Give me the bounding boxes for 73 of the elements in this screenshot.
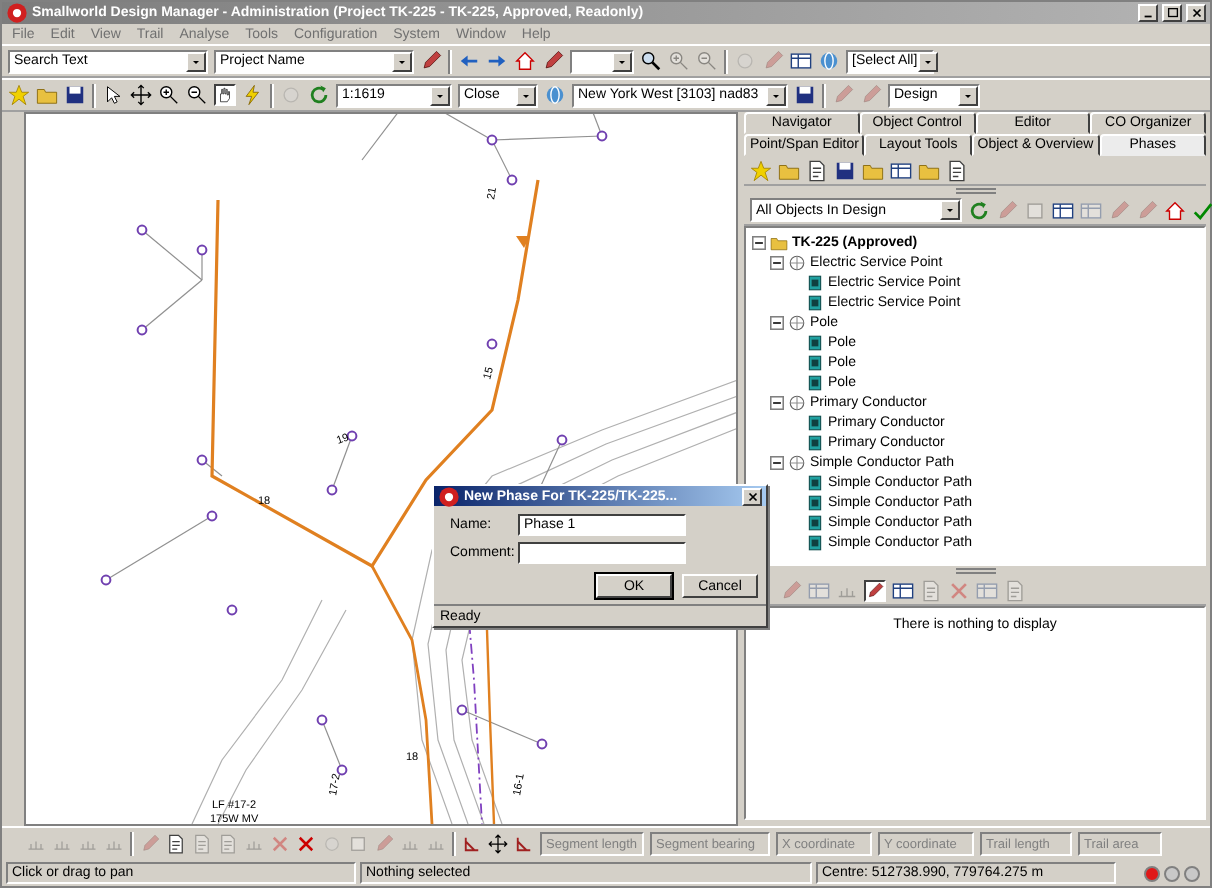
move-icon[interactable]	[130, 84, 152, 106]
angle-icon[interactable]	[462, 834, 482, 854]
app-icon	[6, 2, 28, 24]
pointer-icon[interactable]	[102, 84, 124, 106]
table-icon[interactable]	[790, 50, 812, 72]
circle-icon	[788, 453, 806, 471]
folder-icon	[770, 233, 788, 251]
box-icon	[806, 473, 824, 491]
arrow-right-icon[interactable]	[486, 50, 508, 72]
collapse-icon[interactable]	[770, 255, 784, 269]
input-field[interactable]	[518, 542, 686, 564]
globe-icon[interactable]	[544, 84, 566, 106]
cross-icon[interactable]	[296, 834, 316, 854]
collapse-icon[interactable]	[770, 395, 784, 409]
table-icon[interactable]	[892, 579, 914, 601]
caret-icon	[766, 85, 786, 105]
pencil-icon[interactable]	[864, 579, 886, 601]
house-icon[interactable]	[514, 50, 536, 72]
document-icon[interactable]	[946, 159, 968, 181]
box-icon	[806, 513, 824, 531]
collapse-icon[interactable]	[770, 315, 784, 329]
caret-icon	[430, 85, 450, 105]
circle-icon	[788, 313, 806, 331]
square-icon[interactable]	[348, 834, 368, 854]
caret-icon	[516, 85, 536, 105]
close-icon	[745, 489, 759, 503]
caret-icon	[186, 51, 206, 71]
document-icon[interactable]	[166, 834, 186, 854]
box-icon	[806, 493, 824, 511]
star-icon[interactable]	[8, 84, 30, 106]
document-icon[interactable]	[806, 159, 828, 181]
circle-icon	[788, 393, 806, 411]
maximize-icon	[1165, 6, 1179, 20]
zoom-in-icon[interactable]	[158, 84, 180, 106]
hand-icon[interactable]	[214, 84, 236, 106]
caret-icon	[940, 200, 960, 220]
check-icon[interactable]	[1192, 199, 1212, 221]
zoom-out-icon[interactable]	[186, 84, 208, 106]
minimize-button[interactable]	[1138, 4, 1158, 22]
box-icon	[806, 353, 824, 371]
box-icon	[806, 413, 824, 431]
box-icon	[806, 533, 824, 551]
close-icon	[1189, 6, 1203, 20]
splitter-handle[interactable]	[955, 188, 995, 194]
refresh-icon[interactable]	[308, 84, 330, 106]
refresh-icon[interactable]	[968, 199, 990, 221]
splitter-handle[interactable]	[955, 568, 995, 574]
house-icon[interactable]	[1164, 199, 1186, 221]
star-icon[interactable]	[750, 159, 772, 181]
zoom-dropdown[interactable]	[570, 49, 634, 73]
move-icon[interactable]	[488, 834, 508, 854]
table-icon[interactable]	[890, 159, 912, 181]
search-icon[interactable]	[640, 50, 662, 72]
caret-icon	[392, 51, 412, 71]
maximize-button[interactable]	[1162, 4, 1182, 22]
arrow-left-icon[interactable]	[458, 50, 480, 72]
close-button[interactable]	[742, 487, 762, 505]
box-icon	[806, 373, 824, 391]
close-button[interactable]	[1186, 4, 1206, 22]
collapse-icon[interactable]	[752, 235, 766, 249]
box-icon	[806, 293, 824, 311]
caret-icon	[612, 51, 632, 71]
collapse-icon[interactable]	[770, 455, 784, 469]
pencil-icon[interactable]	[420, 50, 442, 72]
circle-icon	[788, 253, 806, 271]
pencil-icon[interactable]	[542, 50, 564, 72]
caret-icon	[958, 85, 978, 105]
box-icon	[806, 273, 824, 291]
angle-icon[interactable]	[514, 834, 534, 854]
table-icon[interactable]	[1052, 199, 1074, 221]
caret-icon	[917, 51, 938, 71]
box-icon	[806, 433, 824, 451]
box-icon	[806, 333, 824, 351]
